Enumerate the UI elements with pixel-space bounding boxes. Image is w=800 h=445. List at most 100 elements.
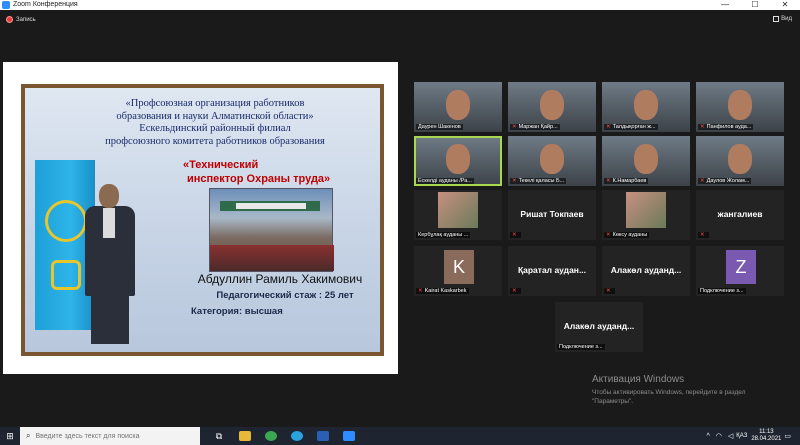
participant-tile[interactable]: ✕ К.Намарбаев xyxy=(602,136,690,186)
minimize-button[interactable]: — xyxy=(710,0,740,10)
participant-name-label: Подключение з... xyxy=(698,288,746,294)
participant-tile[interactable]: ✕ Көксу ауданы xyxy=(602,190,690,240)
participant-name-label: ✕ Kairat Kaskarbek xyxy=(416,288,469,294)
muted-mic-icon: ✕ xyxy=(606,178,611,184)
participant-tile[interactable]: ✕ Талдықорған ж... xyxy=(602,82,690,132)
presenter-name: Абдуллин Рамиль Хакимович xyxy=(197,272,363,286)
participant-name-label: ✕ xyxy=(510,232,521,238)
wifi-icon[interactable]: ◠ xyxy=(716,432,722,440)
windows-start-icon[interactable]: ⊞ xyxy=(0,427,20,445)
participant-name-label: ✕ xyxy=(604,288,615,294)
category-text: Категория: высшая xyxy=(191,306,283,317)
participant-tile[interactable]: ✕ Текелі қаласы Б... xyxy=(508,136,596,186)
grid-view-icon xyxy=(773,16,780,22)
language-indicator[interactable]: ҚАЗ xyxy=(736,433,747,439)
participant-video xyxy=(540,144,564,174)
record-icon xyxy=(6,16,13,23)
volume-icon[interactable]: ◁ xyxy=(728,432,733,440)
zoom-taskbar-icon[interactable] xyxy=(336,427,362,445)
participant-photo xyxy=(438,192,478,228)
maximize-button[interactable]: ☐ xyxy=(740,0,770,10)
file-explorer-icon[interactable] xyxy=(232,427,258,445)
participant-tile[interactable]: Ришат Токпаев ✕ xyxy=(508,190,596,240)
zoom-logo-icon xyxy=(2,1,10,9)
meeting-top-bar: Запись Вид xyxy=(0,10,800,30)
participant-video xyxy=(634,144,658,174)
participant-name-label: ✕ xyxy=(510,288,521,294)
slide-title: «Профсоюзная организация работников обра… xyxy=(105,98,325,147)
task-view-icon[interactable]: ⧉ xyxy=(206,427,232,445)
participant-display-name: жангалиев xyxy=(717,209,763,219)
participant-video xyxy=(446,90,470,120)
slide-highlight: «Технический инспектор Охраны труда» xyxy=(183,159,331,185)
muted-mic-icon: ✕ xyxy=(512,288,517,294)
window-controls: — ☐ ✕ xyxy=(710,0,800,10)
participant-tile[interactable]: Алакөл ауданд... ✕ xyxy=(602,246,690,296)
activation-title: Активация Windows xyxy=(592,374,685,385)
recording-indicator[interactable]: Запись xyxy=(6,16,36,23)
participant-tile[interactable]: Z Подключение з... xyxy=(696,246,784,296)
participant-tile[interactable]: Даурен Шакенов xyxy=(414,82,502,132)
muted-mic-icon: ✕ xyxy=(700,124,705,130)
participant-avatar: Z xyxy=(726,250,756,284)
participant-video xyxy=(634,90,658,120)
participant-name-label: ✕ К.Намарбаев xyxy=(604,178,649,184)
participant-video xyxy=(728,90,752,120)
participant-photo xyxy=(626,192,666,228)
participant-name-label: Кербұлақ ауданы ... xyxy=(416,232,471,238)
window-title: Zoom Конференция xyxy=(13,1,78,8)
taskbar-apps: ⧉ xyxy=(206,427,362,445)
participant-display-name: Ришат Токпаев xyxy=(520,209,584,219)
view-label: Вид xyxy=(781,16,792,22)
participant-tile[interactable]: Алакөл ауданд... Подключение з... xyxy=(555,302,643,352)
participant-tile[interactable]: Кербұлақ ауданы ... xyxy=(414,190,502,240)
participant-tile[interactable]: Қаратал аудан... ✕ xyxy=(508,246,596,296)
participant-tile[interactable]: Ескелді ауданы /Ра... xyxy=(414,136,502,186)
view-button[interactable]: Вид xyxy=(773,16,792,22)
participant-video xyxy=(446,144,470,174)
participant-display-name: Қаратал аудан... xyxy=(517,265,587,275)
muted-mic-icon: ✕ xyxy=(606,288,611,294)
search-input[interactable] xyxy=(35,432,186,440)
word-icon[interactable] xyxy=(310,427,336,445)
presentation-slide: «Профсоюзная организация работников обра… xyxy=(21,84,384,356)
zoom-window: Zoom Конференция — ☐ ✕ Запись Вид «Профс… xyxy=(0,0,800,445)
participant-tile[interactable]: жангалиев ✕ xyxy=(696,190,784,240)
school-building-photo xyxy=(209,188,334,272)
participant-name-label: ✕ Талдықорған ж... xyxy=(604,124,658,130)
participant-name-label: ✕ Панфилов ауда... xyxy=(698,124,754,130)
chevron-up-icon[interactable]: ^ xyxy=(706,433,709,440)
muted-mic-icon: ✕ xyxy=(606,124,611,130)
clock[interactable]: 11:13 28.04.2021 xyxy=(751,429,781,443)
participant-name-label: Ескелді ауданы /Ра... xyxy=(416,178,474,184)
presenter-photo xyxy=(77,184,147,344)
chrome-icon[interactable] xyxy=(258,427,284,445)
experience-text: Педагогический стаж : 25 лет xyxy=(216,290,354,301)
participant-name-label: Подключение з... xyxy=(557,344,605,350)
notification-icon[interactable]: ▭ xyxy=(784,432,791,440)
participant-tile[interactable]: ✕ Маржан Қайр... xyxy=(508,82,596,132)
participant-video xyxy=(728,144,752,174)
participant-tile[interactable]: ✕ Панфилов ауда... xyxy=(696,82,784,132)
muted-mic-icon: ✕ xyxy=(700,178,705,184)
muted-mic-icon: ✕ xyxy=(512,124,517,130)
muted-mic-icon: ✕ xyxy=(700,232,705,238)
taskbar-search[interactable]: ⌕ xyxy=(20,427,200,445)
muted-mic-icon: ✕ xyxy=(512,232,517,238)
search-icon: ⌕ xyxy=(26,431,31,440)
participant-display-name: Алакөл ауданд... xyxy=(563,321,635,331)
muted-mic-icon: ✕ xyxy=(418,288,423,294)
close-button[interactable]: ✕ xyxy=(770,0,800,10)
participant-tile[interactable]: ✕ Даулов Жолам... xyxy=(696,136,784,186)
participant-name-label: ✕ Көксу ауданы xyxy=(604,232,650,238)
participant-name-label: ✕ xyxy=(698,232,709,238)
activation-text: Чтобы активировать Windows, перейдите в … xyxy=(592,389,746,405)
shared-screen: «Профсоюзная организация работников обра… xyxy=(3,62,398,374)
participant-name-label: ✕ Текелі қаласы Б... xyxy=(510,178,567,184)
record-label: Запись xyxy=(16,16,36,23)
participant-name-label: ✕ Маржан Қайр... xyxy=(510,124,560,130)
muted-mic-icon: ✕ xyxy=(512,178,517,184)
telegram-icon[interactable] xyxy=(284,427,310,445)
participant-tile[interactable]: K ✕ Kairat Kaskarbek xyxy=(414,246,502,296)
participant-name-label: Даурен Шакенов xyxy=(416,124,463,130)
